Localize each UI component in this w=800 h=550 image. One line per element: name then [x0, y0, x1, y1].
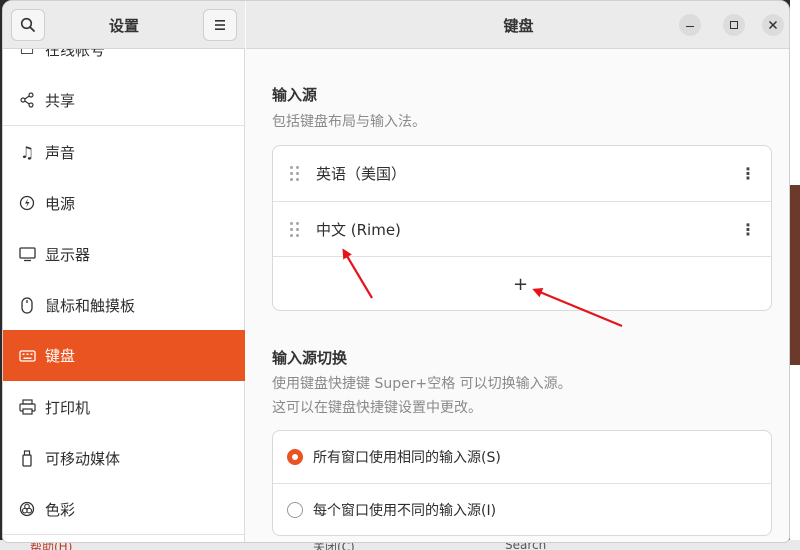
sidebar-list: ▭ 在线帐号 共享 ♫ 声音 电源 显示器 鼠标和触摸板 键盘 打印机 可移动媒… [3, 49, 245, 542]
keyboard-panel: 输入源 包括键盘布局与输入法。 英语（美国） ⋮ 中文 (Rime) ⋮ + 输… [246, 50, 789, 542]
drag-handle-icon[interactable] [290, 165, 300, 182]
main-header: 键盘 [246, 1, 789, 49]
sidebar-item-label: 鼠标和触摸板 [45, 296, 136, 315]
sidebar-item-color[interactable]: 色彩 [3, 486, 245, 532]
add-icon: + [513, 274, 529, 295]
display-icon [17, 244, 37, 264]
minimize-button[interactable] [679, 14, 701, 36]
sidebar-item-removable-media[interactable]: 可移动媒体 [3, 435, 245, 481]
input-source-row[interactable]: 英语（美国） ⋮ [273, 146, 771, 201]
sidebar-item-label: 键盘 [45, 347, 76, 365]
close-button[interactable] [762, 14, 784, 36]
more-options-icon[interactable]: ⋮ [740, 164, 756, 184]
sidebar-header: 设置 [3, 1, 245, 49]
switching-title: 输入源切换 [272, 349, 348, 367]
drag-handle-icon[interactable] [290, 221, 300, 238]
radio-per-window-source[interactable]: 每个窗口使用不同的输入源(I) [273, 484, 771, 535]
sidebar-item-label: 可移动媒体 [45, 449, 121, 468]
share-icon [17, 90, 37, 110]
music-note-icon: ♫ [19, 142, 35, 162]
sidebar-item-share[interactable]: 共享 [3, 77, 245, 123]
sidebar-divider [3, 125, 245, 126]
main-menu-button[interactable] [203, 9, 237, 41]
sidebar-item-label: 色彩 [45, 500, 76, 519]
maximize-button[interactable] [723, 14, 745, 36]
input-sources-description: 包括键盘布局与输入法。 [272, 114, 426, 130]
background-image-strip [790, 185, 800, 365]
sidebar-item-label: 在线帐号 [45, 49, 106, 59]
settings-window: 设置 ▭ 在线帐号 共享 ♫ 声音 电源 显示器 鼠标和触摸板 键盘 打印机 可… [2, 0, 790, 543]
input-source-row[interactable]: 中文 (Rime) ⋮ [273, 202, 771, 257]
online-accounts-icon: ▭ [19, 49, 35, 59]
sidebar-item-label: 共享 [45, 91, 76, 110]
keyboard-icon [17, 346, 37, 366]
sidebar-item-online-accounts[interactable]: ▭ 在线帐号 [3, 49, 245, 72]
sidebar-item-label: 电源 [45, 194, 76, 213]
page-title: 键盘 [503, 17, 534, 35]
switching-description-line1: 使用键盘快捷键 Super+空格 可以切换输入源。 [272, 376, 572, 392]
radio-label: 所有窗口使用相同的输入源(S) [313, 450, 501, 466]
switching-options: 所有窗口使用相同的输入源(S) 每个窗口使用不同的输入源(I) [272, 430, 772, 536]
radio-selected-icon[interactable] [287, 449, 303, 465]
minimize-icon [686, 25, 694, 28]
power-icon [17, 193, 37, 213]
radio-same-source[interactable]: 所有窗口使用相同的输入源(S) [273, 431, 771, 483]
printer-icon [17, 397, 37, 417]
color-icon [17, 499, 37, 519]
input-sources-list: 英语（美国） ⋮ 中文 (Rime) ⋮ + [272, 145, 772, 311]
input-sources-title: 输入源 [272, 86, 318, 104]
sidebar-item-displays[interactable]: 显示器 [3, 231, 245, 277]
sidebar-item-sound[interactable]: ♫ 声音 [3, 129, 245, 175]
input-source-label: 英语（美国） [316, 165, 407, 183]
sidebar-item-label: 声音 [45, 143, 76, 162]
maximize-icon [730, 21, 738, 29]
sidebar-item-label: 显示器 [45, 245, 91, 264]
menu-icon [215, 20, 225, 30]
radio-unselected-icon[interactable] [287, 502, 303, 518]
sidebar-divider [3, 534, 245, 535]
background-window-edge [790, 0, 800, 550]
sidebar-item-mouse[interactable]: 鼠标和触摸板 [3, 282, 245, 328]
mouse-icon [17, 295, 37, 315]
radio-label: 每个窗口使用不同的输入源(I) [313, 503, 497, 519]
sidebar-item-keyboard[interactable]: 键盘 [3, 330, 245, 381]
input-source-label: 中文 (Rime) [316, 221, 401, 239]
add-input-source-button[interactable]: + [273, 257, 771, 310]
sidebar-item-power[interactable]: 电源 [3, 180, 245, 226]
removable-media-icon [17, 448, 37, 468]
close-icon [768, 20, 778, 30]
more-options-icon[interactable]: ⋮ [740, 220, 756, 240]
sidebar: 设置 ▭ 在线帐号 共享 ♫ 声音 电源 显示器 鼠标和触摸板 键盘 打印机 可… [3, 1, 245, 542]
sidebar-item-label: 打印机 [45, 398, 91, 417]
sidebar-item-printers[interactable]: 打印机 [3, 384, 245, 430]
switching-description-line2: 这可以在键盘快捷键设置中更改。 [272, 400, 482, 416]
